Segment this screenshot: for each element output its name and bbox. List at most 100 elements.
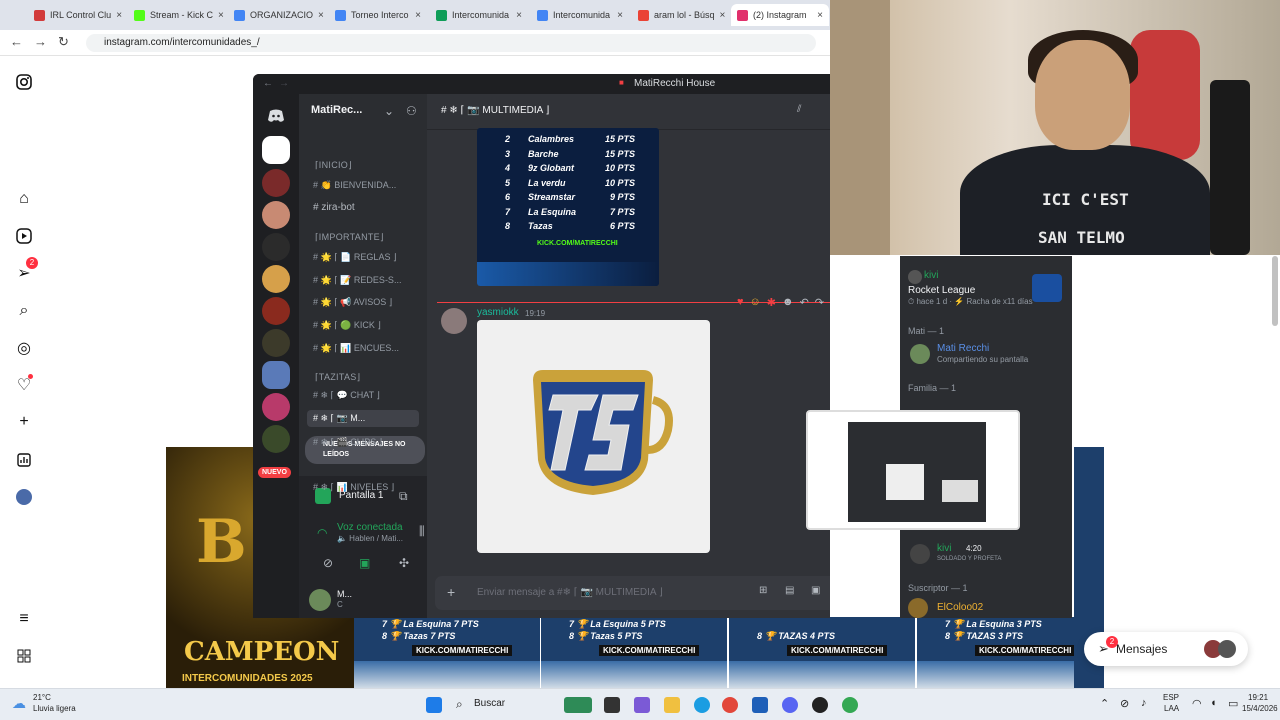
messages-button[interactable]: ➢ 2 Mensajes [1084, 632, 1248, 666]
tazas-logo-image[interactable] [477, 320, 710, 553]
browser-tab[interactable]: aram lol - Búsq × [632, 4, 730, 26]
tab-close-icon[interactable]: × [116, 10, 122, 21]
tab-close-icon[interactable]: × [415, 10, 421, 21]
laugh-reaction-icon[interactable]: ☺ [750, 296, 761, 309]
message-author[interactable]: yasmiokk [477, 307, 519, 318]
page-scrollbar[interactable] [1272, 256, 1278, 688]
battery-icon[interactable]: ▭ [1228, 697, 1238, 710]
heart-reaction-icon[interactable]: ♥ [737, 296, 744, 309]
voice-status[interactable]: Voz conectada [337, 522, 403, 533]
tab-close-icon[interactable]: × [617, 10, 623, 21]
channel-item[interactable]: # 🌟 ⌈ 📄 REGLAS ⌋ [313, 252, 396, 263]
widgets-icon[interactable] [564, 697, 592, 713]
add-reaction-icon[interactable]: ☻ [782, 296, 794, 309]
chrome-icon[interactable] [722, 697, 738, 713]
browser-tab[interactable]: Stream - Kick C × [128, 4, 226, 26]
weather-desc[interactable]: Lluvia ligera [33, 704, 76, 713]
wifi-icon[interactable]: ◠ [1192, 697, 1202, 710]
browser-tab[interactable]: IRL Control Clu × [28, 4, 126, 26]
screen-share-preview[interactable] [806, 410, 1020, 530]
forward-arrow-icon[interactable]: → [34, 34, 47, 49]
server-9[interactable] [262, 393, 290, 421]
tab-close-icon[interactable]: × [720, 10, 726, 21]
discord-back-icon[interactable]: ← [263, 78, 273, 89]
leaderboard-image[interactable]: 2 Calambres 15 PTS 3 Barche 15 PTS 4 9z Globant… [477, 128, 659, 286]
discord-forward-icon[interactable]: → [279, 78, 289, 89]
popout-icon[interactable]: ⧉ [399, 489, 408, 504]
server-10[interactable] [262, 425, 290, 453]
feed-post[interactable]: 7 🏆 La Esquina 5 PTS 8 🏆 Tazas 5 PTS KICK.… [541, 617, 727, 688]
channel-category[interactable]: ⌈INICIO⌋ [315, 160, 352, 171]
fire-reaction-icon[interactable]: ✱ [767, 296, 776, 309]
feed-post[interactable]: 8 🏆 TAZAS 4 PTS KICK.COM/MATIRECCHI [729, 617, 915, 688]
discord-home-icon[interactable] [262, 102, 290, 130]
browser-tab[interactable]: (2) Instagram × [731, 4, 829, 26]
volume-icon[interactable]: ◖ [1210, 697, 1217, 709]
user-avatar[interactable] [309, 589, 331, 611]
server-matirecchi[interactable] [262, 361, 290, 389]
discord-icon[interactable] [782, 697, 798, 713]
channel-category[interactable]: ⌈TAZITAS⌋ [315, 372, 360, 383]
file-explorer-icon[interactable] [664, 697, 680, 713]
member2-name[interactable]: kivi [937, 543, 951, 554]
feed-post[interactable]: 7 🏆 La Esquina 7 PTS 8 🏆 Tazas 7 PTS KICK.… [354, 617, 540, 688]
gift-icon[interactable]: ⊞ [759, 585, 767, 596]
server-6[interactable] [262, 297, 290, 325]
invite-user-icon[interactable]: ⚇ [406, 104, 417, 118]
browser-tab[interactable]: Intercomunida × [430, 4, 528, 26]
search-icon[interactable]: ⌕ [14, 301, 34, 321]
gif-icon[interactable]: ▤ [785, 585, 794, 596]
obs-icon[interactable] [812, 697, 828, 713]
reels-icon[interactable] [14, 226, 34, 246]
threads-apps-icon[interactable] [14, 646, 34, 666]
screen-share-active-icon[interactable]: ▣ [359, 556, 370, 570]
server-2[interactable] [262, 169, 290, 197]
channel-item[interactable]: # 🌟 ⌈ 📢 AVISOS ⌋ [313, 297, 392, 308]
tray-chevron-icon[interactable]: ⌃ [1100, 697, 1109, 710]
channel-item[interactable]: # ❄ ⌈ 🎬 CLIPS ⌋ [313, 437, 382, 448]
channel-item[interactable]: # ❄ ⌈ 💬 CHAT ⌋ [313, 390, 380, 401]
language-2[interactable]: LAA [1164, 704, 1179, 713]
back-arrow-icon[interactable]: ← [10, 34, 23, 49]
task-view-icon[interactable] [604, 697, 620, 713]
voice-channel[interactable]: 🔈 Hablen / Mati... [337, 534, 403, 543]
direct-messages-icon[interactable]: ➢ 2 [14, 257, 38, 283]
weather-temp[interactable]: 21°C [33, 693, 51, 702]
chrome-profile-icon[interactable] [842, 697, 858, 713]
url-input[interactable]: instagram.com/intercomunidades_/ [86, 34, 816, 52]
tab-close-icon[interactable]: × [318, 10, 324, 21]
channel-item[interactable]: # 🌟 ⌈ 🟢 KICK ⌋ [313, 320, 381, 331]
browser-tab[interactable]: ORGANIZACIO × [228, 4, 326, 26]
member1-name[interactable]: Mati Recchi [937, 343, 989, 354]
instagram-logo-icon[interactable] [14, 72, 34, 92]
server-irl-control[interactable] [262, 136, 290, 164]
scrollbar-thumb[interactable] [1272, 256, 1278, 326]
sticker-icon[interactable]: ▣ [811, 585, 820, 596]
channel-item[interactable]: # ❄ ⌈ 📷 M... [307, 410, 419, 427]
channel-item[interactable]: # 🌟 ⌈ 📊 ENCUES... [313, 343, 399, 354]
chevron-down-icon[interactable]: ⌄ [384, 104, 394, 118]
store-icon[interactable] [752, 697, 768, 713]
member3-avatar[interactable] [908, 598, 928, 618]
member3-name[interactable]: ElColoo02 [937, 602, 983, 613]
server-3[interactable] [262, 201, 290, 229]
browser-tab[interactable]: Intercomunida × [531, 4, 629, 26]
noise-icon[interactable]: ⫼ [419, 524, 425, 539]
forward-icon[interactable]: ↷ [815, 296, 824, 309]
tab-close-icon[interactable]: × [516, 10, 522, 21]
create-plus-icon[interactable]: + [14, 412, 34, 432]
author-avatar[interactable] [441, 308, 467, 334]
server-7[interactable] [262, 329, 290, 357]
home-icon[interactable]: ⌂ [14, 189, 34, 209]
channel-item[interactable]: # ❄ ⌈ 📊 NIVELES ⌋ [313, 482, 394, 493]
member1-avatar[interactable] [910, 344, 930, 364]
member2-avatar[interactable] [910, 544, 930, 564]
tab-close-icon[interactable]: × [218, 10, 224, 21]
attach-plus-icon[interactable]: + [447, 584, 455, 600]
mic-icon[interactable]: ♪ [1141, 697, 1147, 709]
browser-tab[interactable]: Torneo Interco × [329, 4, 427, 26]
taskbar-search[interactable]: Buscar [474, 698, 505, 709]
notifications-heart-icon[interactable]: ♡ [14, 374, 34, 395]
dashboard-icon[interactable] [14, 450, 34, 470]
server-name[interactable]: MatiRec... [311, 104, 362, 116]
